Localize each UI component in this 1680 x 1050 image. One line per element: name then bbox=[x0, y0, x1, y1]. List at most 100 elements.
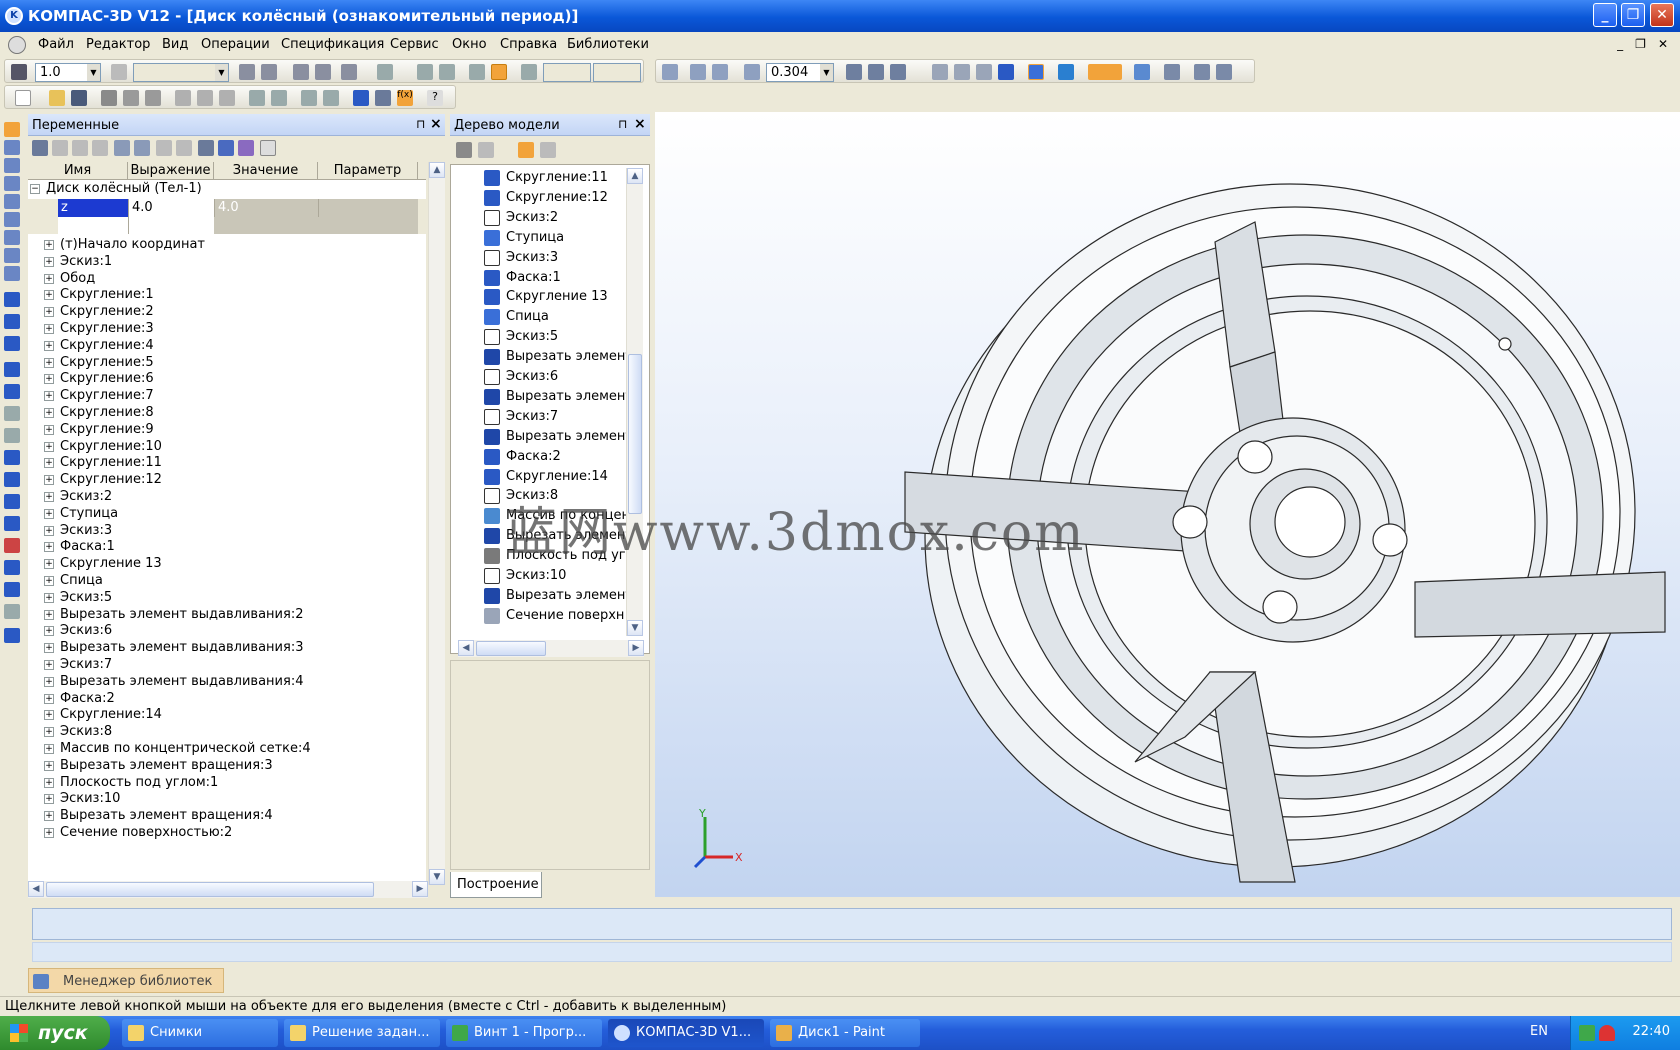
expand-icon[interactable]: + bbox=[44, 828, 54, 838]
variables-tree-item[interactable]: + Скругление:14 bbox=[28, 706, 426, 724]
shaded-icon[interactable] bbox=[998, 64, 1014, 80]
tab-construction[interactable]: Построение bbox=[450, 872, 542, 898]
properties-doc-icon[interactable] bbox=[145, 90, 161, 106]
print-preview-icon[interactable] bbox=[123, 90, 139, 106]
expand-icon[interactable]: + bbox=[44, 676, 54, 687]
model-tree-item[interactable]: Скругление:11 bbox=[458, 168, 626, 188]
expand-icon[interactable]: + bbox=[44, 576, 54, 586]
manager-icon[interactable] bbox=[375, 90, 391, 106]
taskbar-btn-screw[interactable]: Винт 1 - Прогр... bbox=[446, 1019, 602, 1047]
expand-icon[interactable]: + bbox=[44, 408, 54, 418]
expand-icon[interactable]: + bbox=[44, 475, 54, 486]
model-tree-item[interactable]: Фаска:2 bbox=[458, 447, 626, 467]
variable-expression-cell[interactable]: 4.0 bbox=[128, 199, 214, 217]
hole-tool-icon[interactable] bbox=[4, 406, 20, 421]
taskbar-btn-kompas[interactable]: КОМПАС-3D V1... bbox=[608, 1019, 764, 1047]
arrow-down-icon[interactable] bbox=[134, 140, 150, 156]
expand-icon[interactable]: + bbox=[44, 727, 54, 738]
variables-tree-item[interactable]: + Скругление:1 bbox=[28, 286, 426, 304]
menu-edit[interactable]: Редактор bbox=[86, 37, 150, 52]
menu-specification[interactable]: Спецификация bbox=[281, 37, 384, 52]
zoom-in-icon[interactable] bbox=[690, 64, 706, 80]
fillet-tool-icon[interactable] bbox=[4, 472, 20, 487]
variables-tree-item[interactable]: + Вырезать элемент выдавливания:3 bbox=[28, 639, 426, 657]
language-indicator[interactable]: EN bbox=[1530, 1024, 1548, 1039]
coord-icon[interactable] bbox=[417, 64, 433, 80]
document-menu-icon[interactable] bbox=[8, 36, 26, 54]
surface-tool-icon[interactable] bbox=[4, 604, 20, 619]
model-tree-item[interactable]: Эскиз:3 bbox=[458, 248, 626, 268]
chamfer-tool-icon[interactable] bbox=[4, 494, 20, 509]
variables-hscroll[interactable]: ◀ ▶ bbox=[28, 881, 428, 898]
col-parameter[interactable]: Параметр bbox=[318, 162, 418, 180]
variables-tree-item[interactable]: + Скругление:12 bbox=[28, 471, 426, 489]
tree-structure-icon[interactable] bbox=[456, 142, 472, 158]
variables-tree-item[interactable]: + Скругление:2 bbox=[28, 303, 426, 321]
variables-tree-item[interactable]: + Эскиз:10 bbox=[28, 790, 426, 808]
expand-icon[interactable]: + bbox=[44, 290, 54, 301]
menu-operations[interactable]: Операции bbox=[201, 37, 270, 52]
axis-tool-icon[interactable] bbox=[4, 582, 20, 597]
expand-icon[interactable]: + bbox=[44, 357, 54, 368]
variable-row-empty[interactable] bbox=[28, 217, 426, 234]
expand-icon[interactable]: + bbox=[44, 609, 54, 620]
plane-tool-icon[interactable] bbox=[4, 560, 20, 575]
hidden-lines-icon[interactable] bbox=[954, 64, 970, 80]
cut-extrude-tool-icon[interactable] bbox=[4, 384, 20, 399]
empty-expression-cell[interactable] bbox=[128, 217, 214, 234]
scroll-down-icon[interactable]: ▼ bbox=[627, 620, 643, 636]
variables-tree-item[interactable]: + Вырезать элемент вращения:4 bbox=[28, 807, 426, 825]
corner-icon[interactable] bbox=[469, 64, 485, 80]
mdi-close-button[interactable]: ✕ bbox=[1658, 37, 1668, 51]
variables-tree-item[interactable]: + Фаска:1 bbox=[28, 538, 426, 556]
close-icon[interactable]: × bbox=[430, 116, 442, 132]
variables-tree-item[interactable]: + Скругление:6 bbox=[28, 370, 426, 388]
collapse-icon[interactable]: − bbox=[30, 184, 40, 194]
delete-variable-icon[interactable] bbox=[52, 140, 68, 156]
round-icon[interactable] bbox=[293, 64, 309, 80]
tree-toggle-icon[interactable] bbox=[353, 90, 369, 106]
mdi-minimize-button[interactable]: _ bbox=[1617, 37, 1623, 51]
model-tree-item[interactable]: Вырезать элемент bbox=[458, 387, 626, 407]
scroll-left-icon[interactable]: ◀ bbox=[458, 640, 474, 656]
tree-mode-icon[interactable] bbox=[478, 142, 494, 158]
redo-icon[interactable] bbox=[323, 90, 339, 106]
variable-row-z[interactable]: z 4.0 4.0 bbox=[28, 199, 426, 217]
grid-icon[interactable] bbox=[377, 64, 393, 80]
expand-icon[interactable]: + bbox=[44, 744, 54, 754]
menu-window[interactable]: Окно bbox=[452, 37, 487, 52]
scroll-up-icon[interactable]: ▲ bbox=[429, 162, 445, 178]
network-icon[interactable] bbox=[1579, 1025, 1595, 1041]
variables-tree-item[interactable]: + Эскиз:7 bbox=[28, 656, 426, 674]
variables-tree-item[interactable]: + Эскиз:8 bbox=[28, 723, 426, 741]
shaded-edges-icon[interactable] bbox=[1028, 64, 1044, 80]
expand-icon[interactable]: + bbox=[44, 660, 54, 670]
variables-root-row[interactable]: − Диск колёсный (Тел-1) bbox=[28, 180, 426, 198]
variables-tree-item[interactable]: + Вырезать элемент выдавливания:2 bbox=[28, 606, 426, 624]
kinematic-tool-icon[interactable] bbox=[4, 336, 20, 351]
variable-name-cell[interactable]: z bbox=[58, 199, 128, 217]
expand-icon[interactable]: + bbox=[44, 542, 54, 553]
model-tree-item[interactable]: Эскиз:5 bbox=[458, 327, 626, 347]
variables-tree-item[interactable]: + Массив по концентрической сетке:4 bbox=[28, 740, 426, 758]
wireframe-icon[interactable] bbox=[932, 64, 948, 80]
chevron-down-icon[interactable]: ▼ bbox=[820, 64, 833, 81]
col-value[interactable]: Значение bbox=[214, 162, 318, 180]
calculator-icon[interactable] bbox=[198, 140, 214, 156]
extrude-tool-icon[interactable] bbox=[4, 292, 20, 307]
filter-icon[interactable] bbox=[1088, 64, 1122, 80]
variables-tree-item[interactable]: + Скругление:10 bbox=[28, 438, 426, 456]
thin-lines-icon[interactable] bbox=[976, 64, 992, 80]
model-tree-item[interactable]: Эскиз:6 bbox=[458, 367, 626, 387]
expand-icon[interactable]: + bbox=[44, 391, 54, 402]
variables-tree-item[interactable]: + Фаска:2 bbox=[28, 690, 426, 708]
variables-tree-item[interactable]: + Вырезать элемент выдавливания:4 bbox=[28, 673, 426, 691]
variables-tree-item[interactable]: + Ступица bbox=[28, 505, 426, 523]
zoom-scale-icon[interactable] bbox=[744, 64, 760, 80]
variables-tree-item[interactable]: + (т)Начало координат bbox=[28, 236, 426, 254]
model-tree-hscroll[interactable]: ◀ ▶ bbox=[458, 640, 644, 657]
expand-icon[interactable]: + bbox=[44, 374, 54, 385]
table-icon[interactable] bbox=[218, 140, 234, 156]
variables-tree-item[interactable]: + Эскиз:2 bbox=[28, 488, 426, 506]
model-tree-item[interactable]: Скругление 13 bbox=[458, 287, 626, 307]
